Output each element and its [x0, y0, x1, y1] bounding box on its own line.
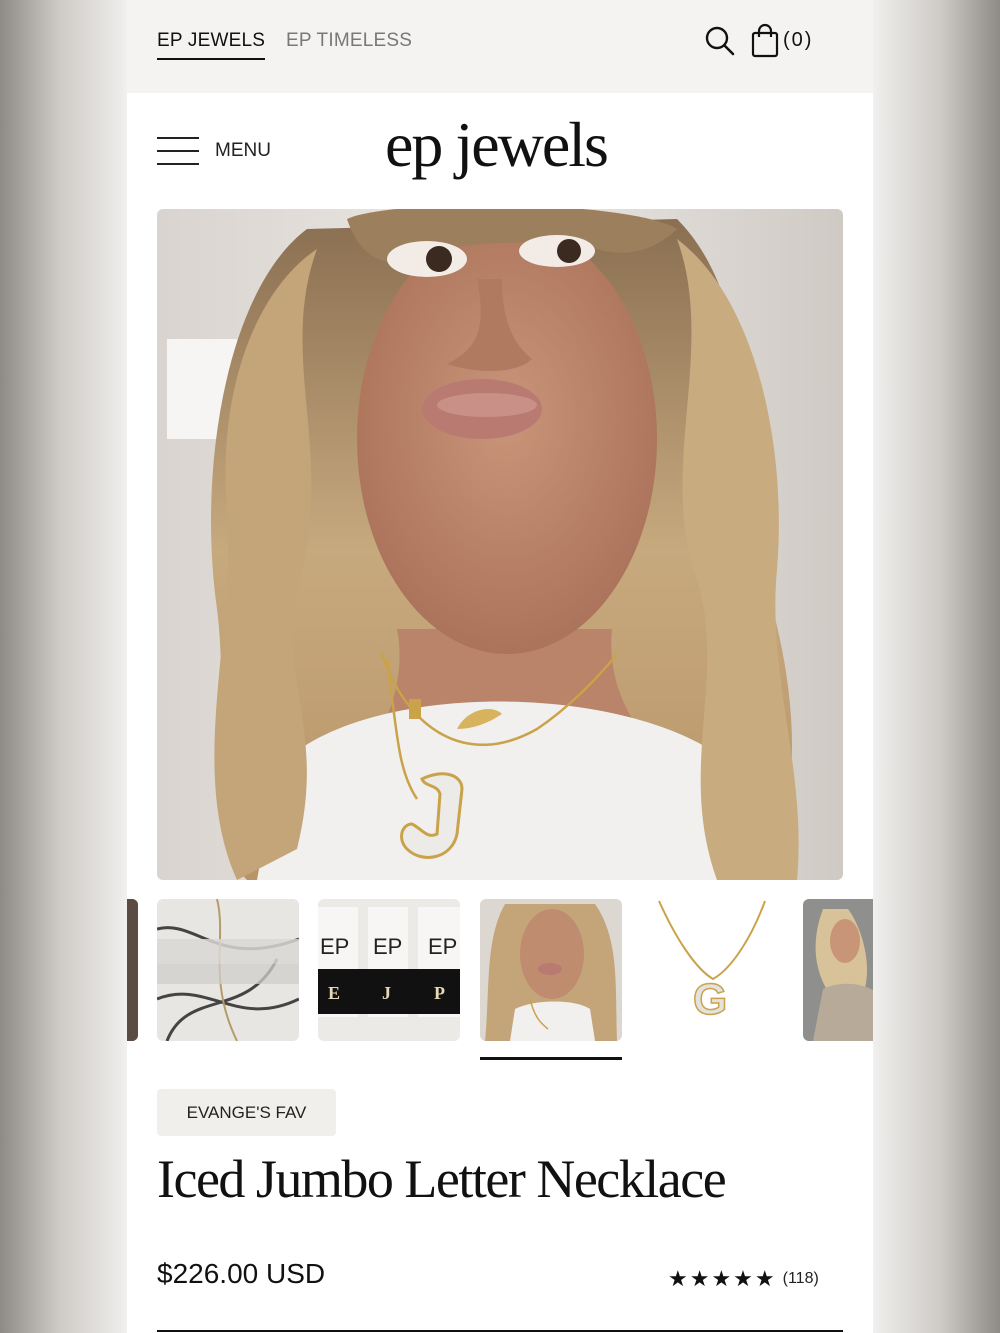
woman-kiss-face-photo	[480, 899, 622, 1041]
tab-ep-jewels[interactable]: EP JEWELS	[157, 30, 266, 60]
letter-G-pendant-photo: G	[641, 899, 783, 1041]
product-main-image[interactable]	[157, 209, 843, 880]
hamburger-icon	[157, 137, 199, 165]
shopping-bag-icon	[751, 23, 779, 58]
product-badge: EVANGE'S FAV	[157, 1089, 336, 1136]
package-letter-2: J	[382, 983, 391, 1003]
selected-thumbnail-indicator	[480, 1057, 622, 1060]
package-label-2: EP	[373, 934, 402, 959]
tab-ep-timeless[interactable]: EP TIMELESS	[286, 30, 412, 58]
search-button[interactable]	[704, 25, 736, 57]
iced-letters-on-marble-photo	[157, 899, 299, 1041]
review-count: (118)	[782, 1270, 819, 1287]
package-letter-1: E	[328, 983, 340, 1003]
pendant-letter: G	[693, 975, 727, 1024]
thumbnail-2[interactable]	[157, 899, 299, 1041]
thumbnail-3[interactable]: EP EP EP E J P	[318, 899, 460, 1041]
package-letter-3: P	[434, 983, 445, 1003]
product-price: $226.00 USD	[157, 1258, 326, 1289]
section-divider	[157, 1330, 843, 1332]
woman-with-letter-J-necklace-photo	[157, 209, 843, 880]
thumbnail-1[interactable]	[127, 899, 138, 1041]
product-rating[interactable]: ★★★★★ (118)	[668, 1266, 819, 1292]
cart-count: (0)	[783, 28, 814, 51]
package-label-1: EP	[320, 934, 349, 959]
product-page: EP JEWELS EP TIMELESS (0) MENU ep jewels	[127, 0, 873, 1333]
logo[interactable]: ep jewels	[385, 102, 617, 188]
cart-button[interactable]: (0)	[751, 22, 813, 58]
product-title: Iced Jumbo Letter Necklace	[157, 1149, 727, 1209]
EP-packaged-necklaces-photo: EP EP EP E J P	[318, 899, 460, 1041]
search-icon	[705, 26, 735, 56]
thumbnail-6[interactable]	[803, 899, 873, 1041]
package-label-3: EP	[428, 934, 457, 959]
thumbnail-5[interactable]: G	[641, 899, 783, 1041]
store-switcher-bar: EP JEWELS EP TIMELESS (0)	[127, 0, 873, 93]
partial-model-photo	[127, 899, 138, 1041]
woman-sequin-dress-photo	[803, 899, 873, 1041]
thumbnail-4-selected[interactable]	[480, 899, 622, 1041]
star-rating-icon: ★★★★★	[668, 1266, 777, 1291]
menu-button[interactable]: MENU	[157, 136, 271, 166]
menu-label: MENU	[215, 140, 271, 161]
